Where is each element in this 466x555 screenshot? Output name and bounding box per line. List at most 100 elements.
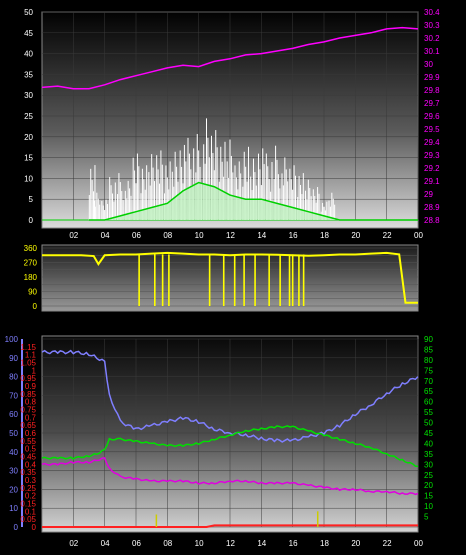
- dir-letter-s: S: [436, 273, 443, 285]
- low-xtick: 22: [383, 539, 392, 548]
- rain-ytick: 0: [32, 523, 37, 532]
- low-xtick: 12: [226, 539, 235, 548]
- wind-ytick: 25: [24, 112, 33, 121]
- temp-ytick: 30: [424, 460, 433, 469]
- dir-letter-n-top: N: [436, 239, 444, 251]
- wind-xtick: 18: [320, 231, 329, 240]
- wind-xtick: 10: [195, 231, 204, 240]
- low-xtick: 16: [289, 539, 298, 548]
- temp-ytick: 75: [424, 366, 433, 375]
- wind-xtick: 08: [163, 231, 172, 240]
- wind-xtick: 04: [101, 231, 110, 240]
- barometer-ytick: 30.4: [424, 8, 440, 17]
- low-xtick: 08: [163, 539, 172, 548]
- low-xtick: 00: [414, 539, 423, 548]
- dir-ytick: 90: [28, 288, 37, 297]
- temp-ytick: 40: [424, 439, 433, 448]
- low-xtick: 02: [69, 539, 78, 548]
- barometer-ytick: 28.8: [424, 216, 440, 225]
- humidity-ytick: 0: [14, 523, 19, 532]
- humidity-ytick: 70: [9, 391, 18, 400]
- dir-letter-e: E: [436, 290, 443, 302]
- rain-ytick: 0.9: [25, 382, 37, 391]
- wind-ytick: 10: [24, 174, 33, 183]
- rain-ytick: 1.05: [20, 359, 36, 368]
- dir-ytick: 0: [33, 302, 38, 311]
- wind-ytick: 15: [24, 154, 33, 163]
- low-xtick: 18: [320, 539, 329, 548]
- temp-ytick: 25: [424, 471, 433, 480]
- temp-ytick: 15: [424, 492, 433, 501]
- rain-ytick: 0.1: [25, 507, 37, 516]
- rain-ytick: 1.1: [25, 351, 37, 360]
- barometer-ytick: 30.2: [424, 34, 440, 43]
- wind-ytick: 30: [24, 91, 33, 100]
- humidity-ytick: 40: [9, 448, 18, 457]
- rain-ytick: 0.25: [20, 484, 36, 493]
- wind-ytick: 0: [29, 216, 34, 225]
- temp-ytick: 80: [424, 356, 433, 365]
- temp-ytick: 35: [424, 450, 433, 459]
- temp-ytick: 50: [424, 419, 433, 428]
- temp-ytick: 20: [424, 481, 433, 490]
- rain-ytick: 0.7: [25, 413, 37, 422]
- rain-ytick: 0.4: [25, 460, 37, 469]
- barometer-ytick: 30.1: [424, 47, 440, 56]
- temp-ytick: 90: [424, 335, 433, 344]
- wind-xtick: 14: [257, 231, 266, 240]
- humidity-ytick: 100: [5, 335, 19, 344]
- dir-ytick: 270: [24, 259, 38, 268]
- wind-ytick: 20: [24, 133, 33, 142]
- temp-ytick: 55: [424, 408, 433, 417]
- low-xtick: 04: [101, 539, 110, 548]
- barometer-ytick: 28.9: [424, 203, 440, 212]
- wind-ytick: 45: [24, 29, 33, 38]
- dir-ytick: 360: [24, 244, 38, 253]
- barometer-ytick: 29.3: [424, 151, 440, 160]
- barometer-ytick: 30.3: [424, 21, 440, 30]
- wind-xtick: 02: [69, 231, 78, 240]
- windspeed-axis-title: Windspeed (mph): [36, 1, 123, 13]
- temperature-axis-title: Temperature (°F): [312, 321, 395, 333]
- rain-ytick: 0.15: [20, 500, 36, 509]
- wind-xtick: 22: [383, 231, 392, 240]
- temp-ytick: 5: [424, 513, 429, 522]
- rain-ytick: 0.6: [25, 429, 37, 438]
- rain-ytick: 0.3: [25, 476, 37, 485]
- temp-ytick: 85: [424, 345, 433, 354]
- rain-ytick: 0.95: [20, 374, 36, 383]
- wind-xtick: 00: [414, 231, 423, 240]
- wind-xtick: 12: [226, 231, 235, 240]
- rain-ytick: 0.85: [20, 390, 36, 399]
- barometer-ytick: 29.2: [424, 164, 440, 173]
- barometer-ytick: 29.8: [424, 86, 440, 95]
- weather-graph: Windspeed (mph) 24 hour graph day : Febr…: [0, 1, 466, 548]
- barometer-ytick: 30: [424, 60, 433, 69]
- wind-xtick: 20: [351, 231, 360, 240]
- humidity-ytick: 80: [9, 373, 18, 382]
- barometer-ytick: 29: [424, 190, 433, 199]
- temp-ytick: 10: [424, 502, 433, 511]
- humidity-ytick: 30: [9, 467, 18, 476]
- temp-ytick: 65: [424, 387, 433, 396]
- barometer-ytick: 29.6: [424, 112, 440, 121]
- rain-ytick: 0.35: [20, 468, 36, 477]
- dir-letter-n-bottom: N: [436, 307, 444, 319]
- barometer-ytick: 29.1: [424, 177, 440, 186]
- rain-ytick: 0.2: [25, 492, 37, 501]
- wind-ytick: 40: [24, 50, 33, 59]
- wind-ytick: 35: [24, 70, 33, 79]
- rain-ytick: 0.45: [20, 453, 36, 462]
- rain-ytick: 1: [32, 366, 37, 375]
- rain-ytick: 1.15: [20, 343, 36, 352]
- barometer-ytick: 29.4: [424, 138, 440, 147]
- chart-title: 24 hour graph day : February 07 2025: [172, 1, 357, 13]
- wind-xtick: 16: [289, 231, 298, 240]
- low-xtick: 14: [257, 539, 266, 548]
- dir-letter-w: W: [436, 256, 447, 268]
- rain-ytick: 0.5: [25, 445, 37, 454]
- barometer-ytick: 29.9: [424, 73, 440, 82]
- barometer-ytick: 29.5: [424, 125, 440, 134]
- low-xtick: 10: [195, 539, 204, 548]
- wind-ytick: 50: [24, 8, 33, 17]
